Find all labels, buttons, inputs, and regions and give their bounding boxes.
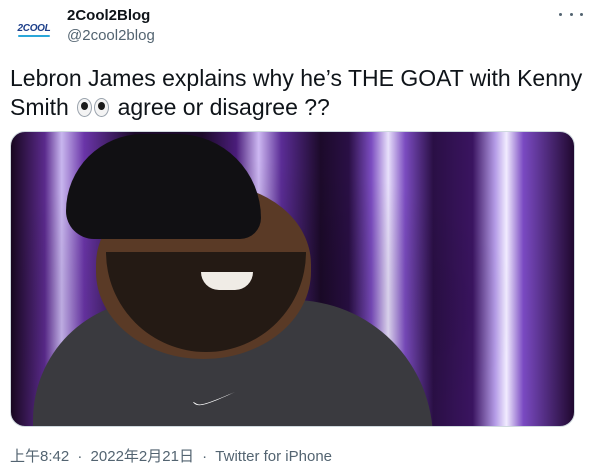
- meta-separator: ·: [77, 448, 83, 465]
- avatar-logo-text: 2COOL: [17, 22, 51, 37]
- avatar[interactable]: 2COOL: [10, 4, 58, 52]
- author-handle[interactable]: @2cool2blog: [67, 27, 155, 44]
- tweet-time[interactable]: 上午8:42: [10, 448, 69, 465]
- meta-separator-2: ·: [202, 448, 208, 465]
- nike-swoosh-icon: [193, 392, 235, 406]
- tweet-text-tail: agree or disagree ??: [117, 94, 330, 120]
- tweet-card: 2COOL 2Cool2Blog @2cool2blog Lebron Jame…: [0, 0, 595, 472]
- eyes-emoji-icon: [77, 98, 110, 117]
- tweet-source[interactable]: Twitter for iPhone: [215, 448, 332, 465]
- tweet-meta: 上午8:42 · 2022年2月21日 · Twitter for iPhone: [10, 445, 332, 466]
- author-display-name[interactable]: 2Cool2Blog: [67, 7, 150, 24]
- tweet-date[interactable]: 2022年2月21日: [91, 448, 194, 465]
- video-media[interactable]: [10, 131, 575, 427]
- tweet-text: Lebron James explains why he’s THE GOAT …: [10, 64, 585, 122]
- more-options-icon[interactable]: [559, 6, 583, 22]
